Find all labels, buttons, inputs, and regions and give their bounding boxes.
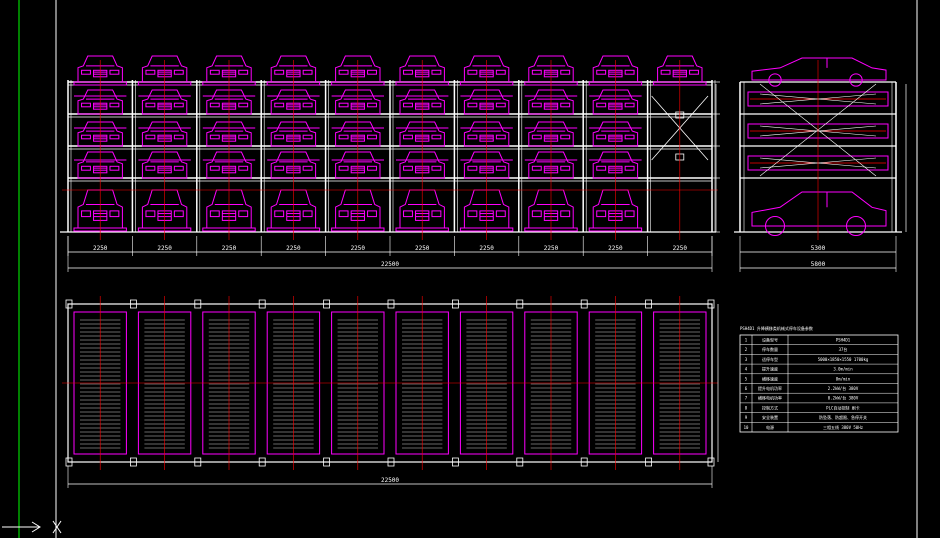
spec-table-cell-index: 9	[745, 415, 748, 420]
spec-table-cell-value: 5000×1850×1550 1700kg	[818, 357, 869, 362]
car-side-outline	[751, 191, 887, 237]
spec-table-cell-index: 6	[745, 386, 748, 391]
spec-table-cell-name: 电源	[766, 424, 774, 430]
bay-dimension-label: 2250	[157, 245, 172, 252]
spec-table-cell-index: 5	[745, 376, 748, 381]
spec-table-cell-index: 3	[745, 357, 748, 362]
spec-table-cell-index: 8	[745, 405, 748, 410]
bay-dimension-label: 2250	[93, 245, 108, 252]
side-inner-dimension-label: 5300	[811, 245, 826, 252]
spec-table-cell-value: 3.0m/min	[833, 367, 853, 372]
side-elevation-view: 5300 5800	[734, 57, 907, 272]
spec-table-cell-index: 7	[745, 396, 748, 401]
spec-table-cell-name: 适停车型	[762, 356, 778, 362]
spec-table-cell-name: 停车数量	[762, 346, 778, 352]
bay-dimension-label: 2250	[286, 245, 301, 252]
ucs-axis-icon	[2, 520, 62, 534]
spec-table-cell-index: 1	[745, 338, 748, 343]
spec-table-cell-name: 提升电机功率	[758, 385, 782, 391]
spec-table-cell-value: 8m/min	[836, 376, 851, 381]
bay-dimension-label: 2250	[608, 245, 623, 252]
bay-dimension-label: 2250	[544, 245, 559, 252]
spec-table-cell-index: 4	[745, 367, 748, 372]
spec-table-cell-value: PSH4D1	[836, 338, 851, 343]
bay-dimension-label: 2250	[415, 245, 430, 252]
spec-table-cell-index: 10	[744, 425, 749, 430]
spec-table-cell-value: PLC自动控制 刷卡	[826, 404, 860, 410]
spec-table-cell-value: 2.2kW/台 380V	[828, 385, 859, 391]
bay-dimension-label: 2250	[479, 245, 494, 252]
spec-table-cell-value: 0.2kW/台 380V	[828, 395, 859, 401]
front-dimension-labels: 2250 2250 2250 2250 2250 2250 2250 2250 2250 2250…	[67, 236, 713, 272]
bay-dimension-label: 2250	[222, 245, 237, 252]
spec-table-cell-name: 安全装置	[762, 414, 778, 420]
plan-view: 22500	[62, 296, 719, 488]
bay-dimension-label: 2250	[351, 245, 366, 252]
spec-table-cell-index: 2	[745, 347, 748, 352]
side-outer-dimension-label: 5800	[811, 261, 826, 268]
spec-table-cell-name: 横移速度	[762, 375, 778, 381]
spec-table-cell-name: 设备型号	[762, 337, 778, 343]
spec-table-cell-value: 三相五线 380V 50Hz	[823, 424, 864, 430]
spec-table-cell-value: 防坠落、防超限、急停开关	[819, 414, 867, 420]
spec-table-cell-name: 控制方式	[762, 404, 778, 410]
spec-table-cell-name: 提升速度	[762, 366, 778, 372]
spec-table: PSH4D1 升降横移类机械式停车设备参数 1 设备型号 PSH4D1 2 停车数量 37台…	[739, 325, 899, 433]
bay-dimension-label: 2250	[673, 245, 688, 252]
plan-total-dimension-label: 22500	[381, 477, 399, 484]
cad-drawing-canvas[interactable]: 2250 2250 2250 2250 2250 2250 2250 2250 2250 2250…	[0, 0, 940, 538]
total-dimension-label: 22500	[381, 261, 399, 268]
spec-table-title: PSH4D1 升降横移类机械式停车设备参数	[740, 325, 813, 331]
spec-table-cell-name: 横移电机功率	[758, 395, 782, 401]
front-elevation-view	[60, 55, 720, 240]
spec-table-cell-value: 37台	[839, 346, 848, 352]
